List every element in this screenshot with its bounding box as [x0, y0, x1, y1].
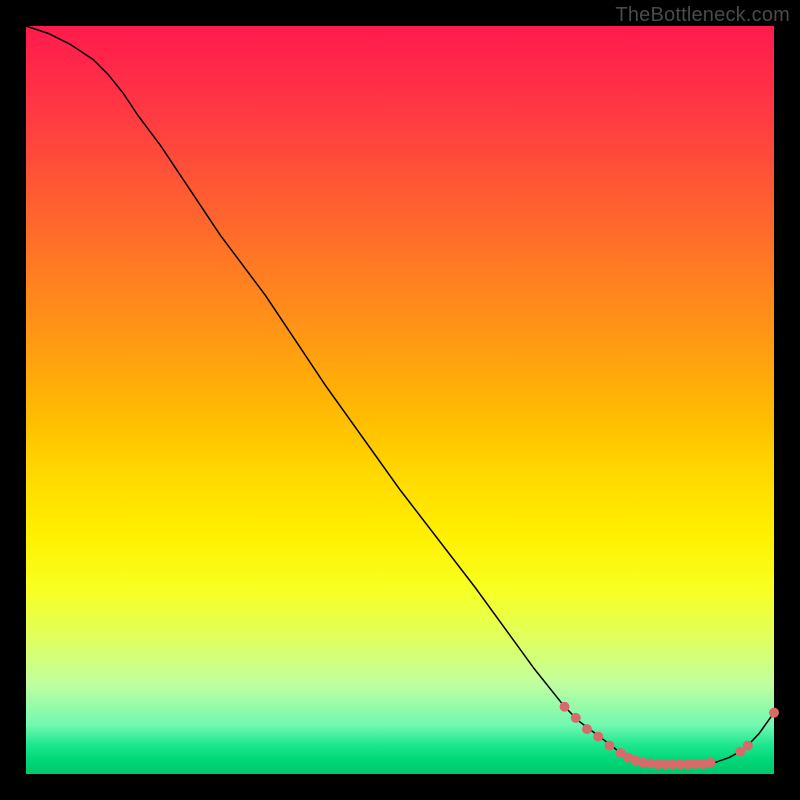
data-dot — [736, 747, 745, 756]
data-dot — [583, 725, 592, 734]
watermark-text: TheBottleneck.com — [615, 4, 790, 27]
data-dot — [560, 702, 569, 711]
data-dot — [706, 758, 715, 767]
data-dots-group — [560, 702, 778, 769]
line-chart-svg — [26, 26, 774, 774]
bottleneck-curve — [26, 26, 774, 764]
data-dot — [605, 741, 614, 750]
data-dot — [594, 732, 603, 741]
data-dot — [743, 741, 752, 750]
data-dot — [571, 713, 580, 722]
data-dot — [770, 708, 779, 717]
chart-frame: TheBottleneck.com — [0, 0, 800, 800]
